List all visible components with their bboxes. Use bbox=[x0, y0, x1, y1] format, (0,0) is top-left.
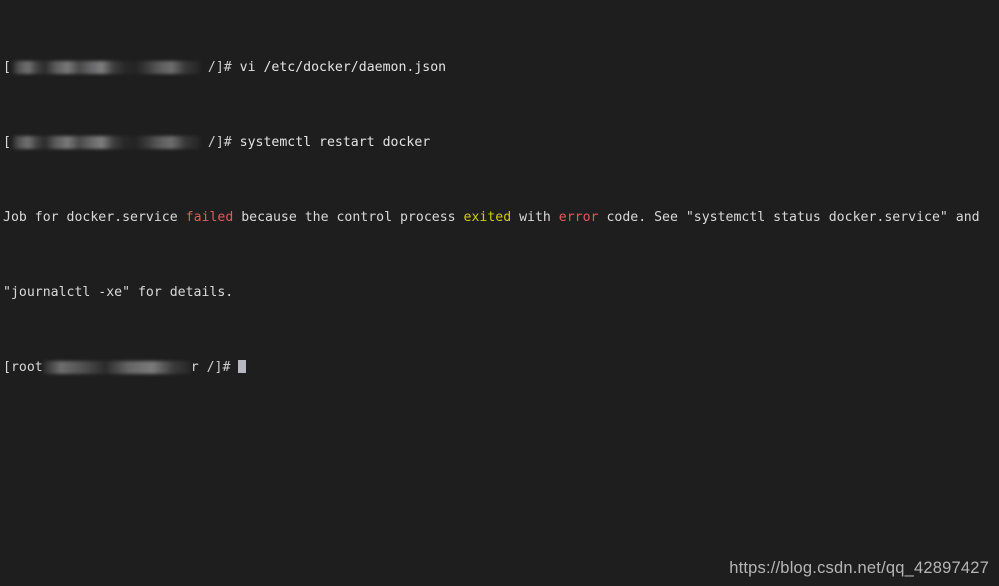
output-segment-text: code. See "systemctl status docker.servi… bbox=[598, 210, 980, 225]
terminal-line-2: [ /]# systemctl restart docker bbox=[3, 135, 999, 150]
terminal-window[interactable]: [ /]# vi /etc/docker/daemon.json [ /]# s… bbox=[0, 0, 999, 586]
terminal-line-5-active-prompt[interactable]: [root r /]# bbox=[3, 360, 999, 375]
prompt-path-suffix: /]# bbox=[199, 60, 240, 75]
prompt-path-suffix: /]# bbox=[198, 360, 239, 375]
terminal-line-4-output-continuation: "journalctl -xe" for details. bbox=[3, 285, 234, 300]
terminal-output-area[interactable]: [ /]# vi /etc/docker/daemon.json [ /]# s… bbox=[3, 0, 999, 420]
command-text: vi /etc/docker/daemon.json bbox=[239, 60, 447, 75]
terminal-line-1: [ /]# vi /etc/docker/daemon.json bbox=[3, 60, 999, 75]
command-text: systemctl restart docker bbox=[239, 135, 431, 150]
output-keyword-failed: failed bbox=[185, 210, 234, 225]
prompt-path-suffix: /]# bbox=[199, 135, 240, 150]
prompt-bracket-open: [ bbox=[3, 60, 11, 75]
output-segment-text: because the control process bbox=[233, 210, 464, 225]
block-cursor bbox=[238, 360, 247, 373]
prompt-bracket-open: [ bbox=[3, 135, 11, 150]
prompt-path-fragment: r bbox=[190, 360, 199, 375]
output-segment-text: Job for docker.service bbox=[3, 210, 186, 225]
redacted-user-host bbox=[10, 61, 200, 74]
watermark-url: https://blog.csdn.net/qq_42897427 bbox=[729, 559, 989, 577]
output-keyword-exited: exited bbox=[463, 210, 512, 225]
terminal-line-3-error-output: Job for docker.service failed because th… bbox=[3, 210, 999, 225]
redacted-user-host bbox=[10, 136, 200, 149]
prompt-root-label: [root bbox=[3, 360, 43, 375]
redacted-host-path bbox=[42, 361, 191, 374]
output-segment-text: with bbox=[511, 210, 559, 225]
output-keyword-error: error bbox=[558, 210, 599, 225]
